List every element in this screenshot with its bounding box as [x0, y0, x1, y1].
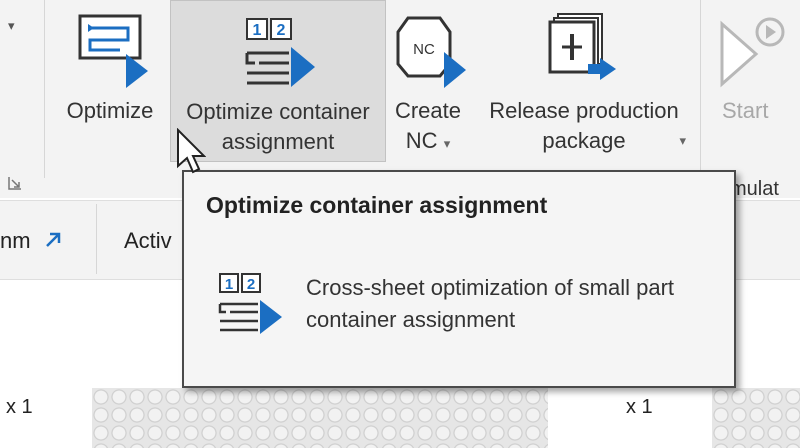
create-nc-button[interactable]: NC Create NC ▾	[386, 0, 470, 162]
dialog-launcher-icon[interactable]	[8, 176, 22, 190]
toolbar-item-active[interactable]: Activ	[124, 228, 172, 254]
optimize-container-label-line1: Optimize container	[186, 99, 370, 124]
part-preview-right	[712, 388, 800, 448]
tooltip-optimize-container-assignment: Optimize container assignment 1 2 Cross-…	[182, 170, 736, 388]
create-nc-label-line2: NC ▾	[405, 128, 451, 153]
tooltip-description: Cross-sheet optimization of small part c…	[306, 275, 675, 332]
start-label: Start	[722, 98, 769, 123]
svg-text:2: 2	[247, 276, 255, 293]
release-dropdown-icon[interactable]: ▾	[679, 126, 686, 156]
start-button[interactable]: Start	[708, 0, 800, 162]
simulation-group-label: mulat	[730, 178, 779, 200]
optimize-label: Optimize	[66, 98, 154, 123]
nc-badge-text: NC	[413, 41, 435, 58]
svg-text:1: 1	[253, 22, 262, 39]
left-quantity: x 1	[6, 396, 33, 418]
svg-text:2: 2	[277, 22, 286, 39]
optimize-container-icon: 1 2	[245, 18, 315, 87]
tooltip-title: Optimize container assignment	[206, 192, 548, 218]
tooltip-optimize-container-icon: 1 2	[218, 273, 282, 334]
optimize-button[interactable]: Optimize	[54, 0, 166, 162]
optimize-icon	[78, 14, 148, 88]
create-nc-label-line1: Create	[394, 98, 462, 123]
release-label-line1: Release production	[489, 98, 679, 123]
start-icon	[720, 17, 785, 88]
toolbar-separator	[96, 204, 97, 274]
ribbon: ▾ Optimize 1 2 Optimize container assign…	[0, 0, 800, 200]
ribbon-separator	[44, 0, 45, 178]
right-quantity: x 1	[626, 396, 653, 418]
release-label-line2: package ▾	[474, 126, 694, 156]
toolbar-item-unit[interactable]: nm	[0, 228, 63, 254]
svg-text:1: 1	[225, 276, 233, 293]
external-link-arrow-icon[interactable]	[43, 230, 63, 250]
create-nc-icon: NC	[396, 16, 466, 88]
ribbon-scroll-dropdown[interactable]: ▾	[8, 18, 15, 34]
release-package-icon	[548, 13, 616, 80]
ribbon-separator	[700, 0, 701, 178]
release-production-package-button[interactable]: Release production package ▾	[474, 0, 694, 162]
mouse-cursor-icon	[177, 128, 206, 174]
part-preview-left	[92, 388, 548, 448]
create-nc-dropdown-icon[interactable]: ▾	[444, 136, 451, 151]
